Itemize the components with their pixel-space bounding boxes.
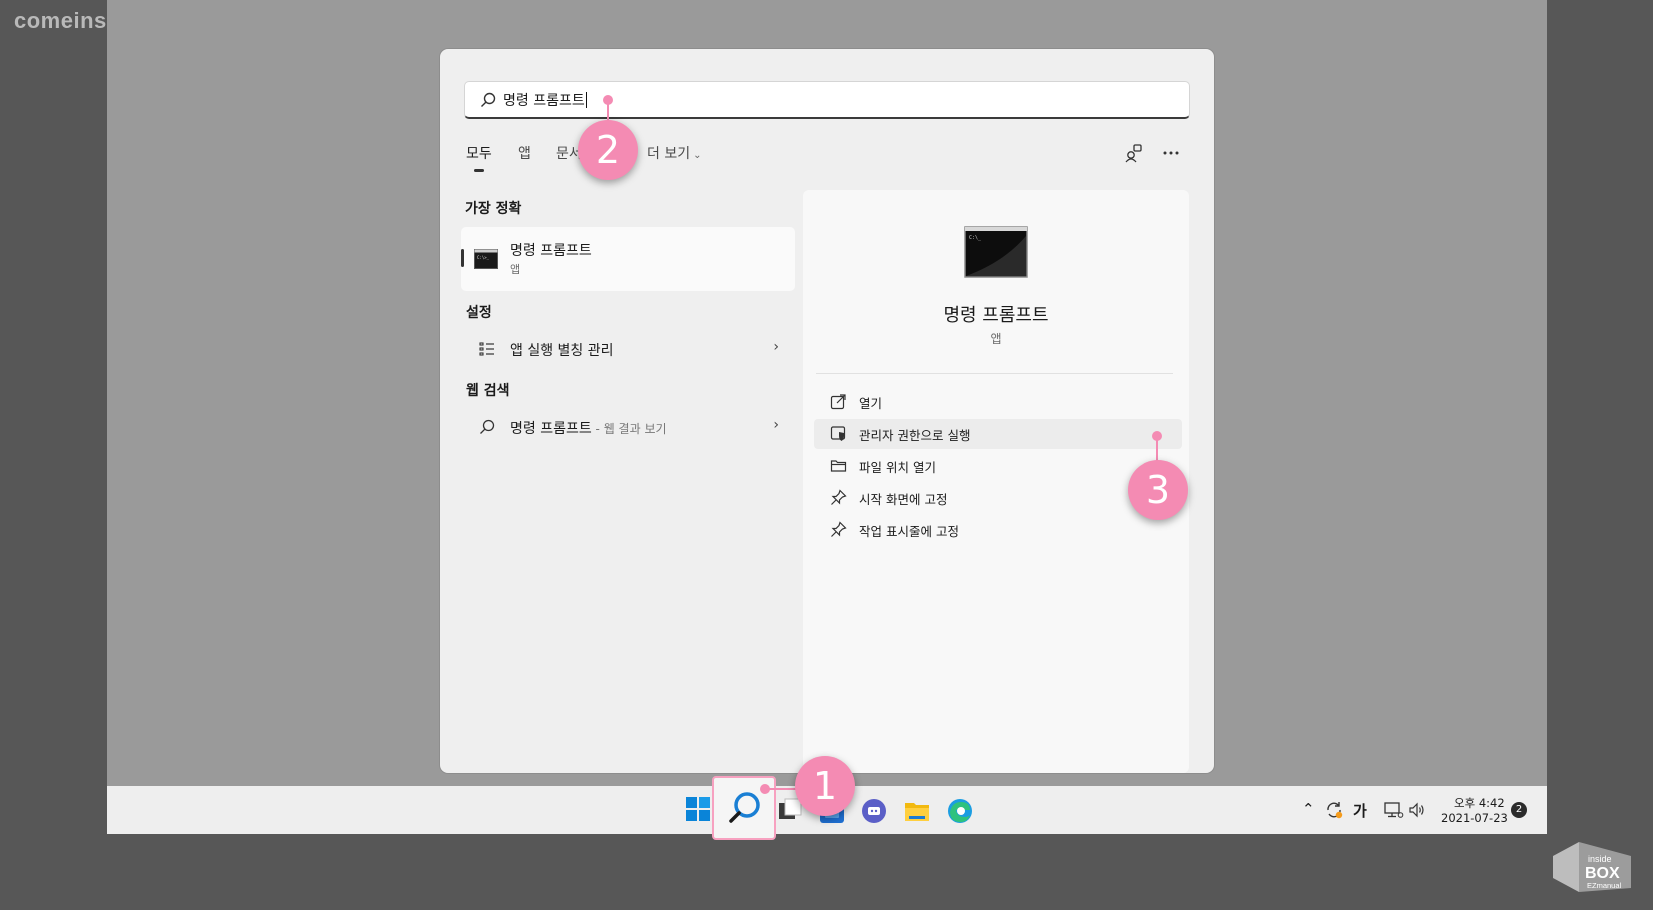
edge-browser-icon[interactable]	[946, 797, 974, 825]
sync-icon[interactable]	[1324, 800, 1344, 820]
pin-icon	[831, 489, 847, 505]
callout-1: 1	[795, 756, 855, 816]
active-tab-indicator	[474, 169, 484, 172]
action-pin-to-taskbar-label: 작업 표시줄에 고정	[859, 524, 959, 539]
action-open[interactable]: 열기	[814, 387, 1182, 417]
action-pin-to-start-label: 시작 화면에 고정	[859, 492, 948, 507]
settings-result-app-alias[interactable]: 앱 실행 별칭 관리 ›	[461, 331, 795, 367]
best-match-result[interactable]: C:\>_ 명령 프롬프트 앱	[461, 227, 795, 291]
search-icon	[480, 419, 495, 434]
tab-more-label: 더 보기	[647, 146, 691, 162]
search-icon	[729, 792, 760, 823]
insidebox-logo: inside BOX EZmanual	[1553, 842, 1631, 892]
tab-more[interactable]: 더 보기 ⌄	[647, 143, 701, 163]
best-match-heading: 가장 정확	[465, 201, 522, 217]
web-search-result[interactable]: 명령 프롬프트 - 웹 결과 보기 ›	[461, 409, 795, 445]
tab-apps[interactable]: 앱	[518, 143, 531, 163]
action-open-label: 열기	[859, 396, 883, 411]
shield-icon	[830, 426, 846, 441]
clock-time[interactable]: 오후 4:42	[1454, 795, 1505, 811]
text-caret	[585, 92, 587, 108]
account-switch-icon[interactable]	[1123, 142, 1145, 164]
callout-3: 3	[1128, 460, 1188, 520]
svg-text:C:\>_: C:\>_	[477, 255, 490, 260]
notification-badge[interactable]: 2	[1511, 802, 1527, 818]
logo-text-top: inside	[1588, 854, 1612, 864]
command-prompt-icon: C:\>_	[474, 249, 498, 269]
callout-2: 2	[578, 120, 638, 180]
search-query-text: 명령 프롬프트	[503, 92, 587, 109]
best-match-type: 앱	[510, 263, 521, 276]
chevron-up-icon[interactable]: ⌃	[1302, 800, 1315, 818]
command-prompt-large-icon: C:\_	[964, 226, 1028, 278]
callout-leader-line	[765, 788, 797, 790]
logo-text-bottom: EZmanual	[1587, 881, 1622, 890]
callout-leader-line	[607, 100, 609, 122]
settings-result-label: 앱 실행 별칭 관리	[510, 343, 614, 359]
chevron-down-icon: ⌄	[693, 150, 702, 161]
chevron-right-icon: ›	[773, 339, 779, 355]
file-explorer-icon[interactable]	[903, 797, 931, 825]
action-pin-to-start[interactable]: 시작 화면에 고정	[814, 483, 1182, 513]
svg-text:C:\_: C:\_	[969, 235, 982, 241]
list-settings-icon	[479, 342, 494, 356]
best-match-name: 명령 프롬프트	[510, 243, 592, 259]
settings-heading: 설정	[466, 305, 492, 321]
action-run-as-admin[interactable]: 관리자 권한으로 실행	[814, 419, 1182, 449]
detail-app-name: 명령 프롬프트	[943, 305, 1049, 326]
search-icon	[481, 92, 496, 107]
detail-app-type: 앱	[990, 332, 1002, 346]
teams-chat-icon[interactable]	[860, 797, 888, 825]
folder-icon	[830, 460, 847, 472]
tab-all[interactable]: 모두	[466, 143, 492, 163]
chevron-right-icon: ›	[773, 417, 779, 433]
action-pin-to-taskbar[interactable]: 작업 표시줄에 고정	[814, 515, 1182, 545]
selection-indicator	[461, 249, 464, 267]
action-open-file-location[interactable]: 파일 위치 열기	[814, 451, 1182, 481]
web-search-heading: 웹 검색	[466, 383, 510, 399]
web-search-label: 명령 프롬프트 - 웹 결과 보기	[510, 421, 667, 437]
action-open-file-location-label: 파일 위치 열기	[859, 460, 936, 475]
ime-indicator[interactable]: 가	[1353, 800, 1367, 821]
clock-date[interactable]: 2021-07-23	[1441, 811, 1508, 825]
open-external-icon	[830, 394, 846, 410]
detail-divider	[816, 373, 1173, 374]
search-input[interactable]: 명령 프롬프트	[464, 81, 1190, 119]
action-run-as-admin-label: 관리자 권한으로 실행	[859, 428, 971, 443]
network-icon[interactable]	[1384, 801, 1404, 819]
volume-icon[interactable]	[1408, 801, 1426, 819]
web-search-suffix: - 웹 결과 보기	[591, 422, 667, 436]
more-options-icon[interactable]	[1160, 142, 1182, 164]
pin-icon	[831, 521, 847, 537]
logo-text-main: BOX	[1585, 865, 1620, 882]
windows-start-icon[interactable]	[685, 796, 711, 822]
